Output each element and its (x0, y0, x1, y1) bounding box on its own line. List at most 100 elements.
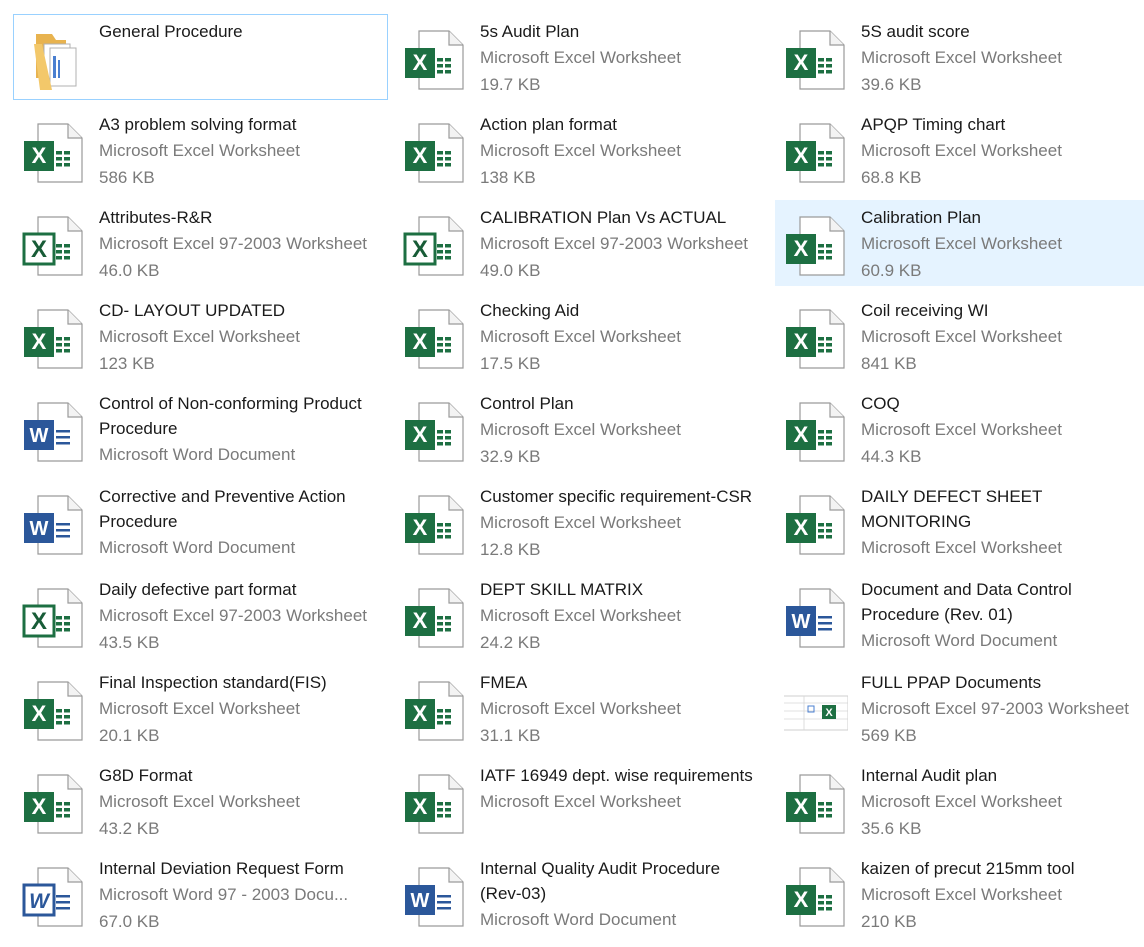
file-item[interactable]: X IATF 16949 dept. wise requirements Micro… (394, 758, 769, 844)
file-size: 31.1 KB (480, 726, 541, 745)
file-size: 44.3 KB (861, 447, 922, 466)
file-item[interactable]: X Coil receiving WI Microsoft Excel Worksh… (775, 293, 1144, 379)
svg-text:X: X (794, 143, 809, 168)
file-details: Coil receiving WI Microsoft Excel Workshe… (861, 298, 1144, 377)
file-type: Microsoft Excel Worksheet (480, 513, 681, 532)
file-size: 67.0 KB (99, 912, 160, 931)
file-item[interactable]: X Action plan format Microsoft Excel Works… (394, 107, 769, 193)
file-size: 586 KB (99, 168, 155, 187)
excel-legacy-icon: X (22, 586, 86, 650)
svg-text:X: X (31, 236, 47, 263)
file-size: 123 KB (99, 354, 155, 373)
file-size: 39.6 KB (861, 75, 922, 94)
file-item[interactable]: W Internal Quality Audit Procedure (Rev-0… (394, 851, 769, 937)
file-name: Corrective and Preventive Action Procedu… (99, 487, 346, 531)
excel-icon: X (784, 772, 848, 836)
file-item[interactable]: X APQP Timing chart Microsoft Excel Worksh… (775, 107, 1144, 193)
file-item[interactable]: W Internal Deviation Request Form Microsof… (13, 851, 388, 937)
file-type: Microsoft Excel Worksheet (99, 141, 300, 160)
file-item[interactable]: X A3 problem solving format Microsoft Exce… (13, 107, 388, 193)
file-item[interactable]: X FULL PPAP Documents Microsoft Excel 97-2… (775, 665, 1144, 751)
svg-text:X: X (413, 50, 428, 75)
file-item[interactable]: X Attributes-R&R Microsoft Excel 97-2003 W… (13, 200, 388, 286)
file-type: Microsoft Excel Worksheet (480, 327, 681, 346)
sheet-thumbnail-icon: X (784, 679, 848, 743)
excel-icon: X (784, 865, 848, 929)
file-details: Internal Deviation Request Form Microsoft… (99, 856, 385, 935)
file-item[interactable]: X CALIBRATION Plan Vs ACTUAL Microsoft Exc… (394, 200, 769, 286)
file-details: Customer specific requirement-CSR Microso… (480, 484, 766, 563)
svg-text:W: W (411, 890, 430, 912)
file-item[interactable]: W Corrective and Preventive Action Proced… (13, 479, 388, 565)
file-size: 841 KB (861, 354, 917, 373)
file-size: 24.2 KB (480, 633, 541, 652)
excel-icon: X (784, 214, 848, 278)
file-details: Attributes-R&R Microsoft Excel 97-2003 Wo… (99, 205, 385, 284)
file-item[interactable]: X CD- LAYOUT UPDATED Microsoft Excel Works… (13, 293, 388, 379)
file-item[interactable]: X Final Inspection standard(FIS) Microsoft… (13, 665, 388, 751)
word-legacy-icon: W (22, 865, 86, 929)
file-name: Customer specific requirement-CSR (480, 487, 753, 506)
file-item[interactable]: X DEPT SKILL MATRIX Microsoft Excel Worksh… (394, 572, 769, 658)
file-type: Microsoft Word 97 - 2003 Docu... (99, 885, 349, 904)
file-size: 68.8 KB (861, 168, 922, 187)
file-item[interactable]: X 5s Audit Plan Microsoft Excel Worksheet 1… (394, 14, 769, 100)
file-item[interactable]: X Checking Aid Microsoft Excel Worksheet 17… (394, 293, 769, 379)
excel-icon: X (403, 586, 467, 650)
excel-icon: X (784, 121, 848, 185)
svg-text:X: X (413, 608, 428, 633)
file-type: Microsoft Excel Worksheet (861, 792, 1062, 811)
file-details: 5S audit score Microsoft Excel Worksheet 3… (861, 19, 1144, 98)
file-details: DAILY DEFECT SHEET MONITORING Microsoft E… (861, 484, 1144, 561)
svg-text:X: X (794, 422, 809, 447)
file-item[interactable]: W Control of Non-conforming Product Proce… (13, 386, 388, 472)
file-name: 5S audit score (861, 22, 970, 41)
file-size: 17.5 KB (480, 354, 541, 373)
file-size: 569 KB (861, 726, 917, 745)
excel-icon: X (784, 28, 848, 92)
file-type: Microsoft Excel 97-2003 Worksheet (99, 234, 368, 253)
file-item[interactable]: X Daily defective part format Microsoft Ex… (13, 572, 388, 658)
excel-icon: X (403, 400, 467, 464)
file-item[interactable]: X Control Plan Microsoft Excel Worksheet 32… (394, 386, 769, 472)
file-size: 12.8 KB (480, 540, 541, 559)
file-name: Internal Deviation Request Form (99, 859, 344, 878)
svg-text:W: W (30, 425, 49, 447)
excel-icon: X (784, 493, 848, 557)
file-size: 35.6 KB (861, 819, 922, 838)
file-details: FULL PPAP Documents Microsoft Excel 97-20… (861, 670, 1144, 749)
file-name: Action plan format (480, 115, 618, 134)
file-name: IATF 16949 dept. wise requirements (480, 766, 753, 785)
file-name: Daily defective part format (99, 580, 297, 599)
svg-text:X: X (413, 329, 428, 354)
file-item[interactable]: X FMEA Microsoft Excel Worksheet 31.1 KB (394, 665, 769, 751)
file-details: A3 problem solving format Microsoft Excel… (99, 112, 385, 191)
file-item[interactable]: X G8D Format Microsoft Excel Worksheet 43.2… (13, 758, 388, 844)
file-item[interactable]: X Calibration Plan Microsoft Excel Workshe… (775, 200, 1144, 286)
file-details: General Procedure (99, 19, 385, 44)
file-item[interactable]: X Internal Audit plan Microsoft Excel Work… (775, 758, 1144, 844)
file-item[interactable]: Xkaizen of precut 215mm tool Microsoft Ex… (775, 851, 1144, 937)
file-details: Checking Aid Microsoft Excel Worksheet 17.… (480, 298, 766, 377)
file-item[interactable]: X DAILY DEFECT SHEET MONITORING Microsoft … (775, 479, 1144, 565)
file-type: Microsoft Excel 97-2003 Worksheet (480, 234, 749, 253)
file-name: kaizen of precut 215mm tool (861, 859, 1075, 878)
svg-text:X: X (794, 50, 809, 75)
file-name: Coil receiving WI (861, 301, 989, 320)
svg-text:X: X (794, 236, 809, 261)
file-name: Final Inspection standard(FIS) (99, 673, 327, 692)
file-details: Control of Non-conforming Product Proced… (99, 391, 385, 468)
file-item[interactable]: X COQ Microsoft Excel Worksheet 44.3 KB (775, 386, 1144, 472)
file-name: Control Plan (480, 394, 574, 413)
file-type: Microsoft Excel Worksheet (480, 699, 681, 718)
file-details: CD- LAYOUT UPDATED Microsoft Excel Worksh… (99, 298, 385, 377)
file-item[interactable]: W Document and Data Control Procedure (Re… (775, 572, 1144, 658)
file-name: Checking Aid (480, 301, 580, 320)
file-item[interactable]: X 5S audit score Microsoft Excel Worksheet… (775, 14, 1144, 100)
file-item[interactable]: X Customer specific requirement-CSR Micros… (394, 479, 769, 565)
file-name: General Procedure (99, 22, 243, 41)
file-item[interactable]: General Procedure (13, 14, 388, 100)
file-details: Action plan format Microsoft Excel Worksh… (480, 112, 766, 191)
word-icon: W (22, 400, 86, 464)
file-type: Microsoft Excel Worksheet (861, 234, 1062, 253)
